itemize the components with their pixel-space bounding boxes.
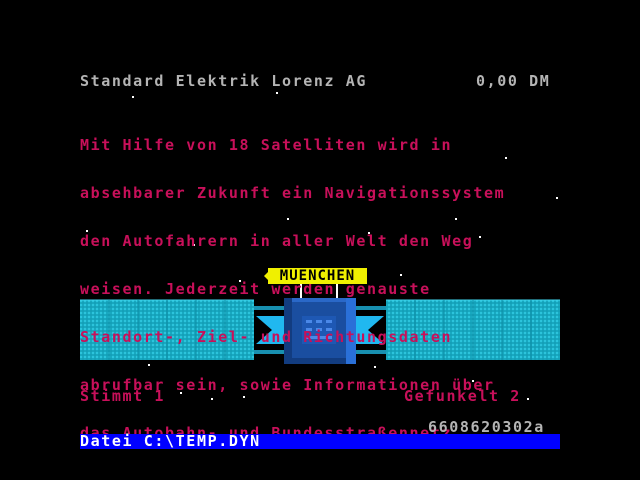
city-label: MUENCHEN <box>268 268 367 284</box>
gefunkelt-counter: Gefunkelt 2 <box>404 387 521 405</box>
description-line: Standort-, Ziel- und Richtungsdaten <box>80 328 453 346</box>
price-display: 0,00 DM <box>476 72 551 90</box>
screen: Standard Elektrik Lorenz AG 0,00 DM Mit … <box>0 0 640 480</box>
status-file-path: Datei C:\TEMP.DYN <box>80 432 261 450</box>
description-line: Mit Hilfe von 18 Satelliten wird in <box>80 136 453 154</box>
status-bar: Datei C:\TEMP.DYN <box>80 434 560 449</box>
description-line: absehbarer Zukunft ein Navigationssystem <box>80 184 506 202</box>
company-name: Standard Elektrik Lorenz AG <box>80 72 368 90</box>
serial-code: 6608620302a <box>428 418 545 436</box>
stimmt-counter: Stimmt 1 <box>80 387 166 405</box>
description-line: den Autofahrern in aller Welt den Weg <box>80 232 474 250</box>
